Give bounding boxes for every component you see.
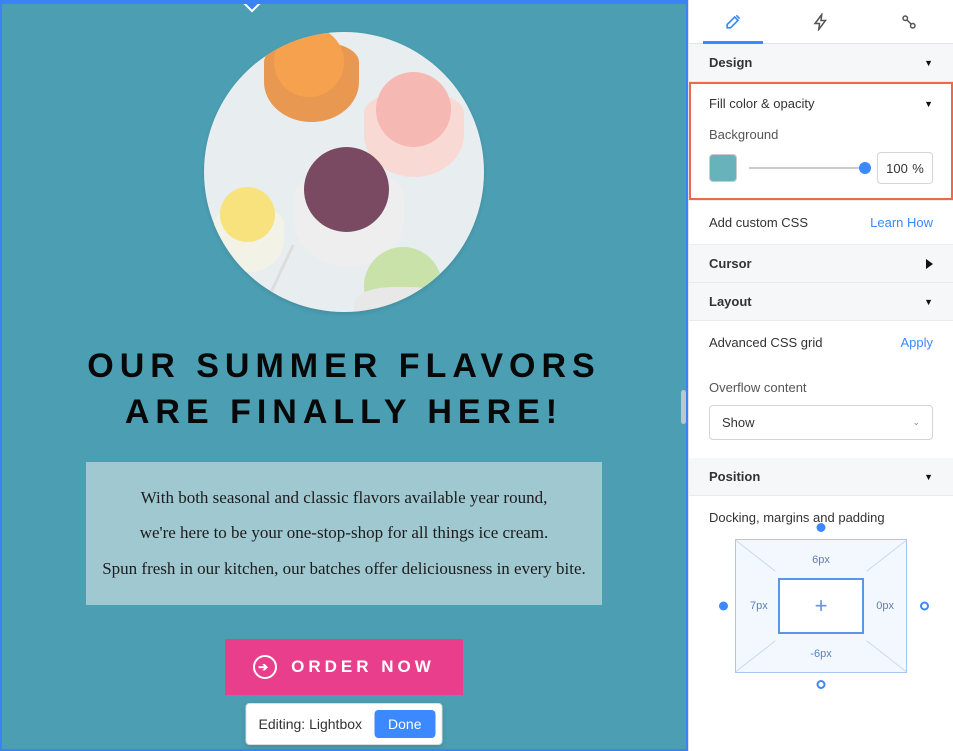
fill-color-opacity-panel: Fill color & opacity ▼ Background 100 % [689, 82, 953, 200]
padding-frame[interactable]: + [778, 578, 864, 634]
editor-canvas[interactable]: OUR SUMMER FLAVORS ARE FINALLY HERE! Wit… [0, 0, 688, 751]
editing-label: Editing: Lightbox [259, 716, 363, 732]
apply-link[interactable]: Apply [900, 335, 933, 350]
docking-margins-padding-control[interactable]: 6px -6px 7px 0px + [735, 539, 907, 673]
done-button[interactable]: Done [374, 710, 435, 738]
overflow-content-label: Overflow content [689, 366, 953, 405]
advanced-css-grid-label: Advanced CSS grid [709, 335, 822, 350]
margin-right-value[interactable]: 0px [876, 600, 894, 612]
background-label: Background [691, 121, 951, 152]
learn-how-link[interactable]: Learn How [870, 215, 933, 230]
description-box: With both seasonal and classic flavors a… [86, 462, 602, 605]
section-design[interactable]: Design ▼ [689, 44, 953, 82]
tab-design[interactable] [689, 0, 777, 43]
description-line: Spun fresh in our kitchen, our batches o… [100, 551, 588, 587]
hero-image-icecream [204, 32, 484, 312]
fill-header[interactable]: Fill color & opacity ▼ [691, 84, 951, 121]
scrollbar-thumb[interactable] [681, 390, 686, 424]
chevron-down-icon: ▼ [924, 58, 933, 68]
section-layout[interactable]: Layout ▼ [689, 283, 953, 321]
resize-handle-top[interactable] [244, 0, 261, 12]
docking-label: Docking, margins and padding [689, 496, 953, 539]
opacity-unit: % [912, 161, 924, 176]
section-layout-label: Layout [709, 294, 752, 309]
opacity-slider[interactable] [749, 167, 865, 169]
opacity-input[interactable]: 100 % [877, 152, 933, 184]
background-color-swatch[interactable] [709, 154, 737, 182]
overflow-value: Show [722, 415, 755, 430]
margin-bottom-value[interactable]: -6px [810, 648, 831, 660]
order-now-button[interactable]: ➔ ORDER NOW [225, 639, 463, 695]
paintbrush-icon [723, 12, 743, 32]
editing-mode-pill: Editing: Lightbox Done [246, 703, 443, 745]
margin-left-value[interactable]: 7px [750, 600, 768, 612]
dock-handle-bottom[interactable] [817, 680, 826, 689]
chevron-down-icon: ▼ [924, 99, 933, 109]
page-heading: OUR SUMMER FLAVORS ARE FINALLY HERE! [87, 344, 600, 436]
add-custom-css-row: Add custom CSS Learn How [689, 200, 953, 245]
settings-icon [900, 13, 918, 31]
margin-frame[interactable]: 6px -6px 7px 0px + [735, 539, 907, 673]
section-position[interactable]: Position ▼ [689, 458, 953, 496]
inspector-sidebar: Design ▼ Fill color & opacity ▼ Backgrou… [688, 0, 953, 751]
dock-handle-left[interactable] [719, 602, 728, 611]
overflow-content-select[interactable]: Show ⌄ [709, 405, 933, 440]
fill-title: Fill color & opacity [709, 96, 814, 111]
chevron-down-icon: ▼ [924, 472, 933, 482]
section-design-label: Design [709, 55, 752, 70]
description-line: With both seasonal and classic flavors a… [100, 480, 588, 516]
chevron-right-icon [926, 259, 933, 269]
opacity-slider-thumb[interactable] [859, 162, 871, 174]
order-now-label: ORDER NOW [291, 657, 435, 677]
chevron-down-icon: ▼ [924, 297, 933, 307]
arrow-right-icon: ➔ [253, 655, 277, 679]
dock-handle-top[interactable] [817, 523, 826, 532]
section-cursor-label: Cursor [709, 256, 752, 271]
opacity-value: 100 [886, 161, 908, 176]
inspector-tabs [689, 0, 953, 44]
tab-animation[interactable] [777, 0, 865, 43]
dock-handle-right[interactable] [920, 602, 929, 611]
section-cursor[interactable]: Cursor [689, 245, 953, 283]
add-custom-css-label: Add custom CSS [709, 215, 808, 230]
lightning-icon [812, 13, 830, 31]
margin-top-value[interactable]: 6px [812, 554, 830, 566]
chevron-down-icon: ⌄ [912, 417, 920, 428]
advanced-css-grid-row: Advanced CSS grid Apply [689, 321, 953, 366]
tab-interactions[interactable] [865, 0, 953, 43]
section-position-label: Position [709, 469, 760, 484]
description-line: we're here to be your one-stop-shop for … [100, 515, 588, 551]
